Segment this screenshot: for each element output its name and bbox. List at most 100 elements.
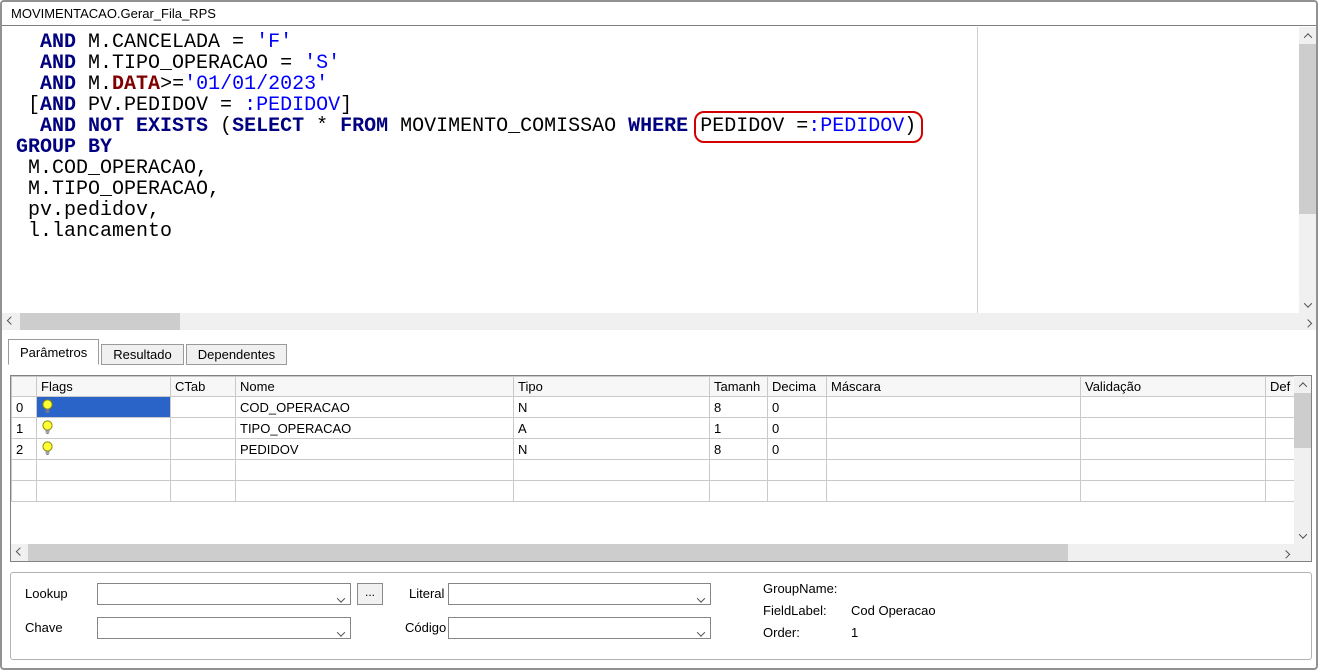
grid-header-máscara[interactable]: Máscara [826, 376, 1081, 397]
parameters-grid-panel: Flags CTab Nome Tipo Tamanh Decima Máscara Vali… [10, 375, 1312, 562]
grid-header-flags[interactable]: Flags [36, 376, 171, 397]
grid-cell[interactable] [36, 480, 171, 502]
code-line: AND NOT EXISTS (SELECT * FROM MOVIMENTO_… [16, 111, 1299, 143]
grid-rownum-cell[interactable]: 1 [11, 417, 37, 439]
lookup-combobox[interactable] [97, 583, 351, 605]
grid-cell[interactable] [1265, 459, 1294, 481]
scrollbar-thumb[interactable] [1294, 393, 1311, 448]
grid-cell[interactable]: 0 [767, 396, 827, 418]
fieldlabel-label: FieldLabel: [763, 603, 827, 618]
grid-header-rownum[interactable] [11, 376, 37, 397]
grid-cell[interactable]: 0 [767, 417, 827, 439]
grid-cell[interactable] [826, 438, 1081, 460]
code-line: pv.pedidov, [16, 199, 161, 222]
grid-flags-cell[interactable] [36, 396, 171, 418]
editor-horizontal-scrollbar[interactable] [2, 313, 1316, 330]
grid-cell[interactable] [11, 459, 37, 481]
grid-cell[interactable] [1080, 417, 1266, 439]
code-line: GROUP BY [16, 136, 113, 159]
scrollbar-thumb[interactable] [28, 544, 1068, 561]
grid-cell[interactable] [1265, 396, 1294, 418]
scroll-up-button[interactable] [1299, 27, 1316, 44]
grid-vertical-scrollbar[interactable] [1294, 376, 1311, 544]
chave-combobox[interactable] [97, 617, 351, 639]
scrollbar-thumb[interactable] [1299, 44, 1316, 214]
grid-cell[interactable] [767, 459, 827, 481]
grid-cell[interactable] [170, 480, 236, 502]
tab-parametros[interactable]: Parâmetros [8, 339, 100, 365]
grid-header-ctab[interactable]: CTab [170, 376, 236, 397]
scroll-left-button[interactable] [11, 544, 28, 561]
grid-cell[interactable]: A [513, 417, 710, 439]
editor-vertical-scrollbar[interactable] [1299, 27, 1316, 313]
grid-cell[interactable]: N [513, 396, 710, 418]
grid-flags-cell[interactable] [36, 417, 171, 439]
scrollbar-thumb[interactable] [20, 313, 180, 330]
grid-empty-row [11, 480, 1294, 502]
grid-cell[interactable] [1265, 438, 1294, 460]
grid-header-tamanh[interactable]: Tamanh [709, 376, 768, 397]
grid-cell[interactable]: 0 [767, 438, 827, 460]
grid-header-tipo[interactable]: Tipo [513, 376, 710, 397]
fieldlabel-value: Cod Operacao [851, 603, 936, 618]
grid-cell[interactable]: COD_OPERACAO [235, 396, 514, 418]
grid-cell[interactable] [36, 459, 171, 481]
grid-cell[interactable] [235, 459, 514, 481]
code-line: AND M.TIPO_OPERACAO = 'S' [40, 52, 341, 75]
codigo-combobox[interactable] [448, 617, 711, 639]
scroll-right-button[interactable] [1277, 544, 1294, 561]
grid-cell[interactable] [11, 480, 37, 502]
grid-cell[interactable] [1265, 480, 1294, 502]
grid-header-decima[interactable]: Decima [767, 376, 827, 397]
scroll-left-button[interactable] [2, 313, 19, 330]
grid-cell[interactable]: N [513, 438, 710, 460]
grid-cell[interactable] [513, 459, 710, 481]
code-line: M.TIPO_OPERACAO, [16, 178, 221, 201]
chevron-down-icon [696, 628, 706, 637]
sql-editor[interactable]: AND M.CANCELADA = 'F' AND M.TIPO_OPERACA… [2, 27, 1316, 313]
grid-cell[interactable] [1265, 417, 1294, 439]
grid-cell[interactable] [1080, 396, 1266, 418]
grid-cell[interactable]: 8 [709, 396, 768, 418]
scroll-up-button[interactable] [1294, 376, 1311, 393]
grid-cell[interactable]: 8 [709, 438, 768, 460]
tab-resultado[interactable]: Resultado [101, 344, 184, 365]
grid-empty-row [11, 459, 1294, 481]
grid-cell[interactable] [170, 396, 236, 418]
grid-cell[interactable] [170, 417, 236, 439]
scroll-down-button[interactable] [1299, 296, 1316, 313]
chevron-left-icon [15, 546, 24, 556]
grid-rownum-cell[interactable]: 2 [11, 438, 37, 460]
grid-cell[interactable] [513, 480, 710, 502]
chevron-down-icon [336, 594, 346, 603]
grid-cell[interactable] [1080, 438, 1266, 460]
grid-cell[interactable]: TIPO_OPERACAO [235, 417, 514, 439]
scroll-right-button[interactable] [1299, 313, 1316, 330]
tab-dependentes[interactable]: Dependentes [185, 344, 288, 365]
grid-cell[interactable]: PEDIDOV [235, 438, 514, 460]
grid-cell[interactable] [1080, 459, 1266, 481]
chevron-down-icon [1303, 298, 1312, 308]
lookup-browse-button[interactable]: ... [357, 583, 383, 605]
grid-header-def[interactable]: Def [1265, 376, 1294, 397]
grid-flags-cell[interactable] [36, 438, 171, 460]
grid-cell[interactable] [170, 459, 236, 481]
grid-cell[interactable]: 1 [709, 417, 768, 439]
grid-cell[interactable] [709, 480, 768, 502]
grid-cell[interactable] [826, 417, 1081, 439]
grid-cell[interactable] [235, 480, 514, 502]
grid-horizontal-scrollbar[interactable] [11, 544, 1294, 561]
scroll-down-button[interactable] [1294, 527, 1311, 544]
grid-cell[interactable] [709, 459, 768, 481]
grid-cell[interactable] [826, 396, 1081, 418]
code-area[interactable]: AND M.CANCELADA = 'F' AND M.TIPO_OPERACA… [2, 27, 1299, 313]
grid-cell[interactable] [1080, 480, 1266, 502]
grid-rownum-cell[interactable]: 0 [11, 396, 37, 418]
literal-combobox[interactable] [448, 583, 711, 605]
grid-cell[interactable] [767, 480, 827, 502]
grid-cell[interactable] [170, 438, 236, 460]
grid-header-nome[interactable]: Nome [235, 376, 514, 397]
grid-cell[interactable] [826, 459, 1081, 481]
grid-cell[interactable] [826, 480, 1081, 502]
grid-header-validação[interactable]: Validação [1080, 376, 1266, 397]
